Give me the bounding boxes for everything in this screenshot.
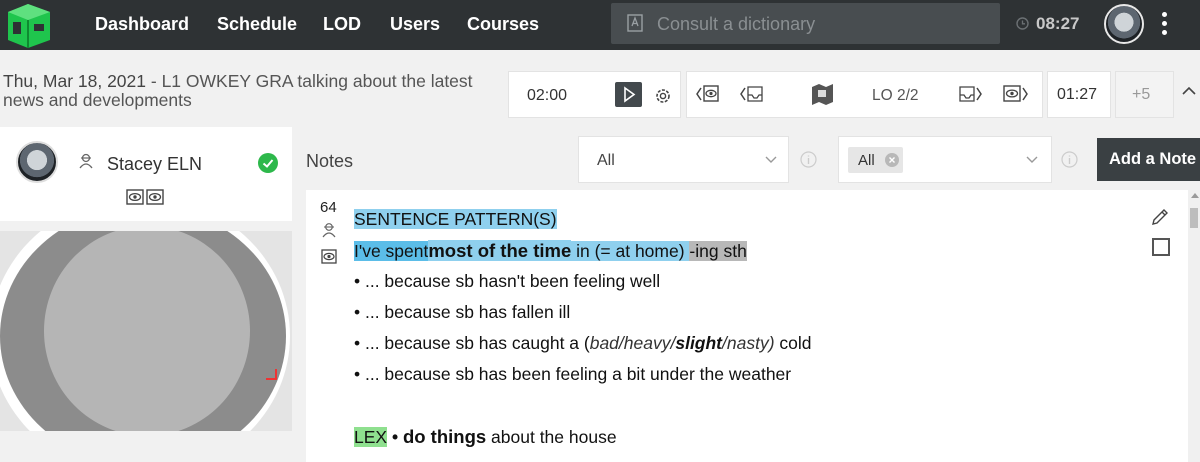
timer-value: 02:00 <box>527 87 568 104</box>
lex-bold: do things <box>402 426 487 447</box>
note-card: 64 SENTENCE PATTERN(S) I've spentmost of… <box>306 190 1188 462</box>
bullet3-pre: • ... because sb has caught a ( <box>354 333 590 353</box>
note-heading: SENTENCE PATTERN(S) <box>354 209 557 229</box>
dictionary-icon <box>627 14 643 32</box>
play-icon <box>624 86 636 103</box>
tag-chip: All <box>848 147 903 173</box>
video-preview <box>0 231 292 431</box>
nav-lod[interactable]: LOD <box>323 14 361 35</box>
bullet3-post: cold <box>774 333 812 353</box>
clock-icon <box>1016 17 1029 30</box>
lesson-title: Thu, Mar 18, 2021 - L1 OWKEY GRA talking… <box>3 72 473 110</box>
lex-rest: about the house <box>486 427 617 447</box>
bullet3-bold: slight <box>675 333 723 353</box>
lesson-date: Thu, Mar 18, 2021 <box>3 71 146 91</box>
elapsed-time-value: 01:27 <box>1057 86 1098 103</box>
bullet-item: • ... because sb has fallen ill <box>354 302 571 322</box>
nav-users[interactable]: Users <box>390 14 440 35</box>
bullet3-italic2: /nasty) <box>722 333 775 353</box>
student-avatar <box>16 141 58 183</box>
note-checkbox[interactable] <box>1152 238 1170 256</box>
lo-map-icon <box>812 84 833 105</box>
info-icon[interactable] <box>800 151 817 168</box>
lex-tag: LEX <box>354 427 388 447</box>
teacher-role-icon <box>322 223 336 238</box>
pencil-icon[interactable] <box>1150 207 1170 227</box>
extend-time-label: +5 <box>1132 86 1151 103</box>
nav-courses[interactable]: Courses <box>467 14 539 35</box>
elapsed-time: 01:27 <box>1047 71 1111 118</box>
green-cube-logo-icon[interactable] <box>4 2 54 48</box>
lo-progress: LO 2/2 <box>872 87 919 104</box>
notes-scrollbar[interactable] <box>1188 190 1200 462</box>
chevron-down-icon <box>1026 156 1038 163</box>
more-menu-icon[interactable] <box>1162 12 1168 38</box>
nav-schedule[interactable]: Schedule <box>217 14 297 35</box>
resize-handle-icon[interactable] <box>266 369 277 380</box>
scroll-thumb[interactable] <box>1190 208 1198 228</box>
note-number: 64 <box>320 199 337 216</box>
prev-view-eye-icon[interactable] <box>695 84 719 104</box>
student-role-icon <box>79 153 93 169</box>
gear-icon[interactable] <box>653 86 673 106</box>
video-placeholder <box>44 231 250 431</box>
scroll-up-icon[interactable] <box>1191 193 1199 198</box>
student-name: Stacey ELN <box>107 154 203 174</box>
eye-icon[interactable] <box>146 189 164 205</box>
chevron-up-icon[interactable] <box>1182 86 1196 96</box>
play-button[interactable] <box>615 82 642 107</box>
bullet3-italic: bad/heavy/ <box>589 333 676 353</box>
remove-chip-icon[interactable] <box>885 153 899 167</box>
prev-tray-icon[interactable] <box>739 84 763 104</box>
notes-heading: Notes <box>306 151 354 171</box>
notes-filter-select[interactable]: All <box>578 136 789 183</box>
pattern-middle: in (= at home) <box>571 241 690 261</box>
lesson-timer: 02:00 <box>508 71 681 118</box>
add-note-button[interactable]: Add a Note <box>1097 138 1200 181</box>
online-status-check-icon <box>258 153 278 173</box>
eye-icon[interactable] <box>126 189 144 205</box>
lo-navigator: LO 2/2 <box>686 71 1043 118</box>
eye-icon[interactable] <box>321 249 337 264</box>
bullet-item: • ... because sb has been feeling a bit … <box>354 364 792 384</box>
note-content: SENTENCE PATTERN(S) I've spentmost of th… <box>354 207 1114 455</box>
nav-dashboard[interactable]: Dashboard <box>95 14 189 35</box>
tag-chip-label: All <box>858 152 875 169</box>
chevron-down-icon <box>765 156 777 163</box>
student-card: Stacey ELN <box>0 127 292 221</box>
extend-time-button[interactable]: +5 <box>1115 71 1174 118</box>
pattern-key: most of the time <box>428 240 572 261</box>
user-avatar[interactable] <box>1104 4 1144 44</box>
clock-time: 08:27 <box>1036 14 1080 33</box>
pattern-subject: I've spent <box>354 241 429 261</box>
next-view-eye-icon[interactable] <box>1003 84 1029 104</box>
notes-filter-value: All <box>597 152 615 169</box>
lesson-separator: - <box>146 71 162 91</box>
bullet-item: • ... because sb hasn't been feeling wel… <box>354 271 661 291</box>
notes-tag-select[interactable]: All <box>838 136 1052 183</box>
top-navbar: Dashboard Schedule LOD Users Courses 08:… <box>0 0 1200 50</box>
info-icon[interactable] <box>1061 151 1078 168</box>
dictionary-search[interactable] <box>611 3 1000 44</box>
lex-dot: • <box>387 427 403 447</box>
pattern-ending: -ing sth <box>689 241 747 261</box>
next-tray-icon[interactable] <box>959 84 983 104</box>
dictionary-search-input[interactable] <box>655 9 989 39</box>
